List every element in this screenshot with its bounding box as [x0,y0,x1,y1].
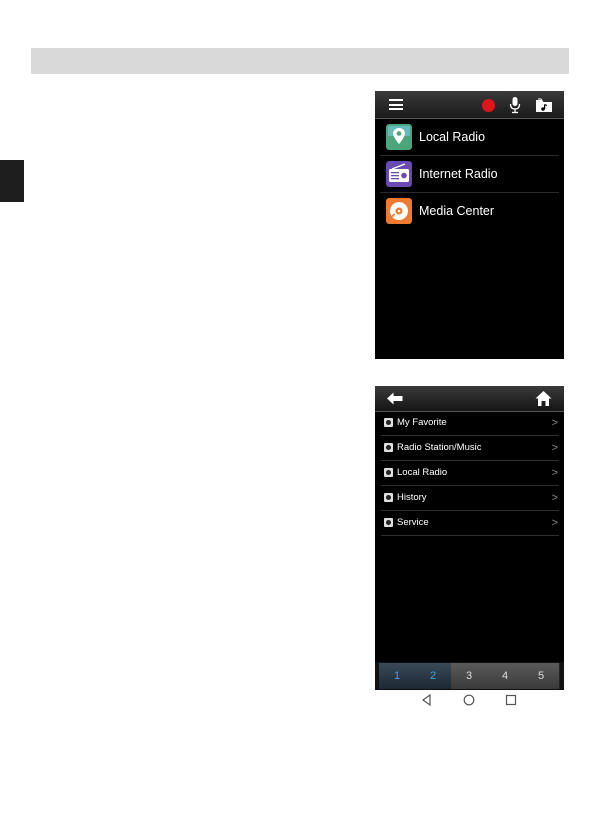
clock-icon [384,493,393,502]
preset-button-5[interactable]: 5 [523,663,560,689]
menu-item-label: Internet Radio [419,167,498,181]
chevron-right-icon: > [551,517,558,529]
list-item-local-radio[interactable]: Local Radio > [381,461,559,486]
top-bar [375,91,564,119]
list-item-radio-station-music[interactable]: Radio Station/Music > [381,436,559,461]
preset-button-2[interactable]: 2 [415,663,452,689]
list-item-label: My Favorite [397,417,447,428]
menu-item-label: Local Radio [419,130,486,144]
music-note-icon [384,443,393,452]
radio-icon [386,161,412,187]
menu-item-local-radio[interactable]: Local Radio [375,119,564,156]
nav-recents-icon[interactable] [504,693,518,707]
chevron-right-icon: > [551,417,558,429]
list-item-service[interactable]: Service > [381,511,559,536]
microphone-icon[interactable] [508,96,522,114]
chevron-right-icon: > [551,442,558,454]
home-screen: Local Radio Internet Radio Media Center [375,91,564,359]
preset-button-4[interactable]: 4 [487,663,524,689]
section-header-bar [31,48,569,74]
system-nav-bar [375,690,564,710]
disc-icon [386,198,412,224]
chevron-right-icon: > [551,492,558,504]
pin-icon [384,468,393,477]
preset-button-3[interactable]: 3 [451,663,488,689]
chapter-tab [0,160,24,202]
chevron-right-icon: > [551,467,558,479]
list-item-label: Radio Station/Music [397,442,482,453]
record-icon[interactable] [482,99,495,112]
preset-button-1[interactable]: 1 [379,663,416,689]
nav-home-icon[interactable] [462,693,476,707]
music-folder-icon[interactable] [535,97,553,113]
nav-back-icon[interactable] [420,693,434,707]
top-bar [375,386,564,412]
menu-item-internet-radio[interactable]: Internet Radio [375,156,564,193]
back-arrow-icon[interactable] [387,392,403,405]
radio-menu-screen: My Favorite > Radio Station/Music > Loca… [375,386,564,710]
list-item-my-favorite[interactable]: My Favorite > [381,411,559,436]
map-pin-icon [386,124,412,150]
menu-item-label: Media Center [419,204,495,218]
preset-bar: 1 2 3 4 5 [375,662,564,690]
service-icon [384,518,393,527]
list-item-history[interactable]: History > [381,486,559,511]
menu-icon[interactable] [389,99,403,110]
list-item-label: Service [397,517,429,528]
menu-item-media-center[interactable]: Media Center [375,193,564,230]
list-item-label: History [397,492,427,503]
home-icon[interactable] [535,390,552,407]
list-item-label: Local Radio [397,467,448,478]
heart-icon [384,418,393,427]
